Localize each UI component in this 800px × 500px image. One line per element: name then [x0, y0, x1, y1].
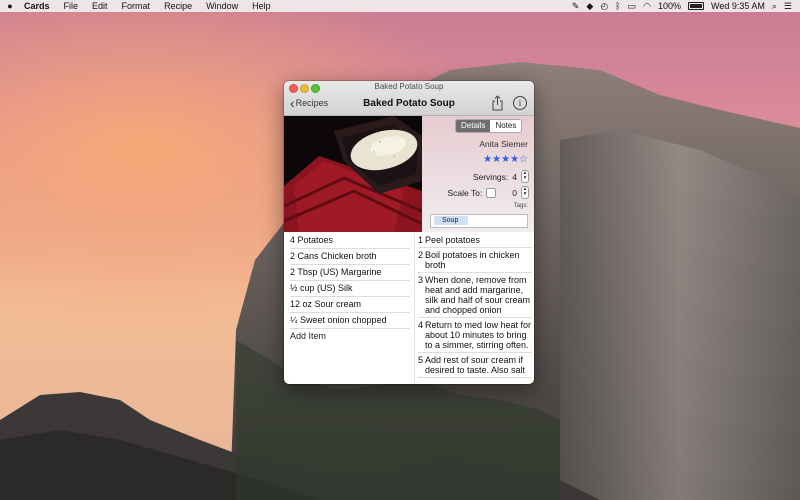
battery-icon[interactable]	[688, 2, 704, 10]
tab-notes[interactable]: Notes	[490, 120, 522, 132]
tags-field[interactable]: Soup	[430, 214, 528, 228]
ingredient-item[interactable]: 4 Potatoes	[290, 233, 410, 249]
step-number: 1	[418, 235, 424, 245]
scale-label: Scale To:	[447, 187, 483, 198]
scale-row: Scale To: 0 ▲ ▼	[447, 186, 529, 199]
recipe-photo	[284, 116, 422, 232]
apple-menu-icon[interactable]: ●	[0, 1, 20, 11]
menu-bar: ● Cards File Edit Format Recipe Window H…	[0, 0, 800, 12]
scale-stepper[interactable]: ▲ ▼	[521, 186, 529, 199]
details-notes-segmented-control[interactable]: Details Notes	[455, 119, 523, 133]
scale-value[interactable]: 0	[512, 188, 517, 198]
menu-extras: ✎ ◆ ◴ ᛒ ▭ ◠ 100% Wed 9:35 AM ⌕ ☰	[572, 0, 800, 12]
step-number: 5	[418, 355, 424, 365]
step-number: 2	[418, 250, 424, 260]
spotlight-search-icon[interactable]: ⌕	[772, 0, 777, 12]
direction-step[interactable]: 4 Return to med low heat for about 10 mi…	[418, 318, 532, 353]
tag-chip[interactable]: Soup	[434, 216, 469, 225]
step-text: When done, remove from heat and add marg…	[425, 275, 531, 315]
ingredient-item[interactable]: 2 Tbsp (US) Margarine	[290, 265, 410, 281]
direction-step[interactable]: 1 Peel potatoes	[418, 233, 532, 248]
step-text: Boil potatoes in chicken broth	[425, 250, 520, 270]
column-divider	[414, 233, 415, 384]
share-icon[interactable]	[491, 95, 504, 111]
rating-stars[interactable]: ★★★★☆	[483, 154, 528, 165]
bluetooth-icon[interactable]: ᛒ	[615, 0, 620, 12]
servings-label: Servings:	[472, 171, 509, 182]
menu-window[interactable]: Window	[199, 0, 245, 12]
ingredient-item[interactable]: ¼ Sweet onion chopped	[290, 313, 410, 329]
wifi-icon[interactable]: ◠	[643, 0, 651, 12]
step-number: 4	[418, 320, 424, 330]
servings-row: Servings: 4 ▲ ▼	[473, 170, 529, 183]
info-icon[interactable]: i	[513, 96, 527, 110]
ingredient-item[interactable]: 12 oz Sour cream	[290, 297, 410, 313]
menu-edit[interactable]: Edit	[85, 0, 115, 12]
servings-value[interactable]: 4	[512, 172, 517, 182]
title-bar[interactable]: Baked Potato Soup ‹ Recipes Baked Potato…	[284, 81, 534, 116]
recipe-window: Baked Potato Soup ‹ Recipes Baked Potato…	[284, 81, 534, 384]
clock[interactable]: Wed 9:35 AM	[711, 0, 765, 12]
author-field[interactable]: Anita Siemer	[479, 139, 528, 149]
tags-label: Tags:	[513, 203, 528, 209]
scale-checkbox[interactable]	[486, 187, 497, 198]
step-text: Return to med low heat for about 10 minu…	[425, 320, 532, 350]
time-machine-icon[interactable]: ◴	[600, 0, 608, 12]
ingredient-item[interactable]: 2 Cans Chicken broth	[290, 249, 410, 265]
direction-step[interactable]: 2 Boil potatoes in chicken broth	[418, 248, 532, 273]
notification-center-icon[interactable]: ☰	[784, 0, 792, 12]
ingredients-list: 4 Potatoes 2 Cans Chicken broth 2 Tbsp (…	[290, 233, 410, 344]
menu-format[interactable]: Format	[115, 0, 158, 12]
menu-recipe[interactable]: Recipe	[157, 0, 199, 12]
servings-stepper[interactable]: ▲ ▼	[521, 170, 529, 183]
tab-details[interactable]: Details	[456, 120, 491, 132]
menu-file[interactable]: File	[57, 0, 86, 12]
details-panel: Details Notes Anita Siemer ★★★★☆ Serving…	[422, 116, 534, 232]
directions-list: 1 Peel potatoes 2 Boil potatoes in chick…	[418, 233, 532, 378]
menu-app-name[interactable]: Cards	[20, 0, 57, 12]
step-number: 3	[418, 275, 424, 285]
wrench-icon[interactable]: ✎	[572, 0, 580, 12]
step-text: Add rest of sour cream if desired to tas…	[425, 355, 526, 375]
airplay-icon[interactable]: ▭	[628, 0, 637, 12]
menu-help[interactable]: Help	[245, 0, 278, 12]
window-title: Baked Potato Soup	[374, 82, 444, 91]
dropbox-icon[interactable]: ◆	[586, 0, 593, 12]
step-text: Peel potatoes	[425, 235, 481, 245]
add-item-button[interactable]: Add Item	[290, 329, 410, 344]
direction-step[interactable]: 5 Add rest of sour cream if desired to t…	[418, 353, 532, 378]
direction-step[interactable]: 3 When done, remove from heat and add ma…	[418, 273, 532, 318]
ingredient-item[interactable]: ½ cup (US) Silk	[290, 281, 410, 297]
battery-percent[interactable]: 100%	[658, 0, 681, 12]
